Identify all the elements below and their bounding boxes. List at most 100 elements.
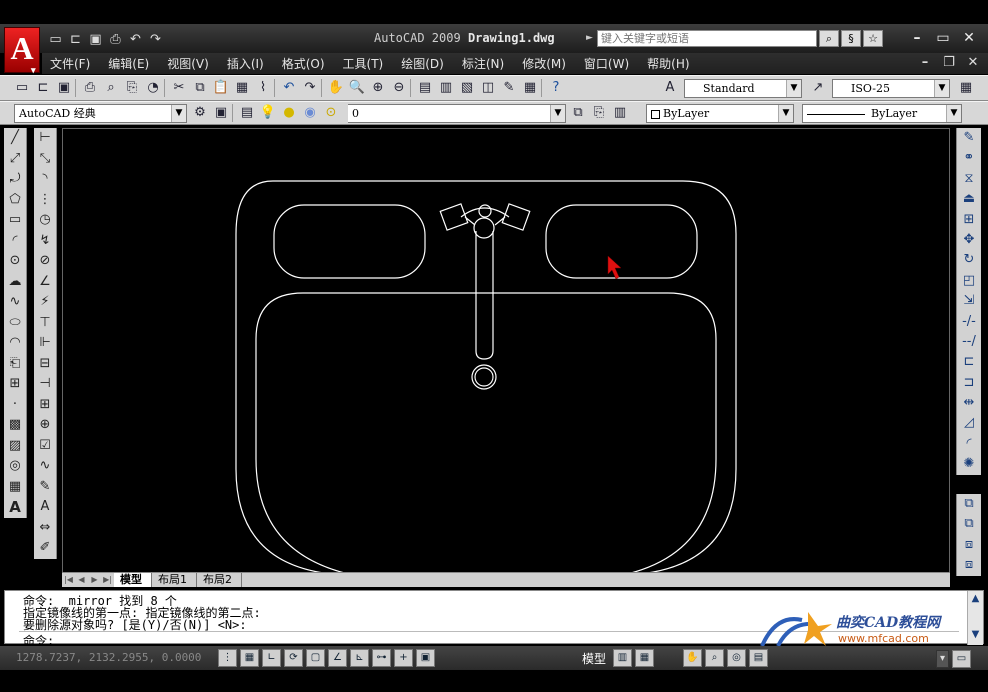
text-style-icon[interactable]: A <box>660 78 680 98</box>
plot-preview-icon[interactable]: ⌕ <box>101 78 121 98</box>
new-icon[interactable]: ▭ <box>46 31 65 49</box>
layer-select[interactable]: 0 ▼ <box>348 104 566 123</box>
extend-icon[interactable]: --/ <box>957 332 981 352</box>
doc-restore-icon[interactable]: ❐ <box>938 53 960 73</box>
mirror-icon[interactable]: ⧖ <box>957 169 981 189</box>
ordinate-dim-icon[interactable]: ⋮ <box>34 190 56 211</box>
help-icon[interactable]: ? <box>546 78 566 98</box>
lineweight-icon[interactable]: + <box>394 649 413 667</box>
search-icon[interactable]: ⌕ <box>819 30 839 47</box>
line-icon[interactable]: ╱ <box>4 128 26 149</box>
send-under-icon[interactable]: ⧈ <box>957 555 981 575</box>
spline-icon[interactable]: ∿ <box>4 292 26 313</box>
redo-icon[interactable]: ↷ <box>146 31 165 49</box>
subscription-icon[interactable]: § <box>841 30 861 47</box>
menu-edit[interactable]: 编辑(E) <box>100 55 159 72</box>
menu-window[interactable]: 窗口(W) <box>576 55 639 72</box>
otrack-icon[interactable]: ∠ <box>328 649 347 667</box>
menu-help[interactable]: 帮助(H) <box>639 55 699 72</box>
design-center-icon[interactable]: ▥ <box>436 78 456 98</box>
arc-icon[interactable]: ◜ <box>4 231 26 252</box>
menu-insert[interactable]: 插入(I) <box>219 55 274 72</box>
copy-icon[interactable]: ⧉ <box>190 78 210 98</box>
chevron-down-icon[interactable]: ▼ <box>934 80 949 97</box>
polar-icon[interactable]: ⟳ <box>284 649 303 667</box>
markup-icon[interactable]: ✎ <box>499 78 519 98</box>
dim-text-edit-icon[interactable]: A <box>34 497 56 518</box>
doc-minimize-icon[interactable]: – <box>914 53 936 73</box>
jogged-dim-icon[interactable]: ↯ <box>34 231 56 252</box>
dim-break-icon[interactable]: ⊣ <box>34 374 56 395</box>
make-block-icon[interactable]: ⊞ <box>4 374 26 395</box>
dim-style-icon[interactable]: ↗ <box>808 78 828 98</box>
undo-tool-icon[interactable]: ↶ <box>279 78 299 98</box>
join-icon[interactable]: ⇹ <box>957 393 981 413</box>
break-icon[interactable]: ⊐ <box>957 373 981 393</box>
polyline-icon[interactable]: ⤾ <box>4 169 26 190</box>
minimize-icon[interactable]: – <box>905 28 929 48</box>
redo-tool-icon[interactable]: ↷ <box>300 78 320 98</box>
erase-icon[interactable]: ✎ <box>957 128 981 148</box>
menu-modify[interactable]: 修改(M) <box>514 55 576 72</box>
pan-status-icon[interactable]: ✋ <box>683 649 703 667</box>
pan-icon[interactable]: ✋ <box>326 78 346 98</box>
dim-style-select[interactable]: ISO-25 ▼ <box>832 79 950 98</box>
plot-icon[interactable]: ⎙ <box>80 78 100 98</box>
print-icon[interactable]: ⎙ <box>106 31 125 49</box>
scale-icon[interactable]: ◰ <box>957 271 981 291</box>
properties-icon[interactable]: ▤ <box>415 78 435 98</box>
prev-tab-icon[interactable]: ◀ <box>75 574 88 586</box>
open-file-icon[interactable]: ⊏ <box>33 78 53 98</box>
chevron-down-icon[interactable]: ▼ <box>778 105 793 122</box>
coordinate-readout[interactable]: 1278.7237, 2132.2955, 0.0000 <box>16 651 201 664</box>
zoom-status-icon[interactable]: ⌕ <box>705 649 725 667</box>
block-icon[interactable]: ▦ <box>232 78 252 98</box>
layer-freeze-icon[interactable]: ● <box>279 103 299 123</box>
zoom-realtime-icon[interactable]: 🔍 <box>347 78 367 98</box>
publish-icon[interactable]: ⎘ <box>122 78 142 98</box>
fillet-icon[interactable]: ◜ <box>957 434 981 454</box>
bring-front-icon[interactable]: ⧉ <box>957 494 981 514</box>
favorites-icon[interactable]: ☆ <box>863 30 883 47</box>
zoom-window-icon[interactable]: ⊕ <box>368 78 388 98</box>
trim-icon[interactable]: -/- <box>957 312 981 332</box>
doc-close-icon[interactable]: ✕ <box>962 53 984 73</box>
stretch-icon[interactable]: ⇲ <box>957 291 981 311</box>
menu-dimension[interactable]: 标注(N) <box>454 55 514 72</box>
insert-block-icon[interactable]: ⎗ <box>4 354 26 375</box>
search-input[interactable] <box>597 30 817 47</box>
chevron-down-icon[interactable]: ▼ <box>550 105 565 122</box>
color-select[interactable]: ByLayer ▼ <box>646 104 794 123</box>
dim-space-icon[interactable]: ⊟ <box>34 354 56 375</box>
chevron-down-icon[interactable]: ▼ <box>786 80 801 97</box>
gradient-icon[interactable]: ▨ <box>4 436 26 457</box>
dim-update-icon[interactable]: ⇔ <box>34 518 56 539</box>
center-mark-icon[interactable]: ⊕ <box>34 415 56 436</box>
quickcalc-icon[interactable]: ▦ <box>520 78 540 98</box>
save-file-icon[interactable]: ▣ <box>54 78 74 98</box>
offset-icon[interactable]: ⏏ <box>957 189 981 209</box>
status-menu-icon[interactable]: ▾ <box>936 650 949 668</box>
baseline-dim-icon[interactable]: ⊤ <box>34 313 56 334</box>
layer-manager-icon[interactable]: ▤ <box>237 103 257 123</box>
osnap-icon[interactable]: ▢ <box>306 649 325 667</box>
tolerance-icon[interactable]: ⊞ <box>34 395 56 416</box>
make-current-icon[interactable]: ⧉ <box>568 103 588 123</box>
linear-dim-icon[interactable]: ⊢ <box>34 128 56 149</box>
linetype-select[interactable]: ByLayer ▼ <box>802 104 962 123</box>
scroll-up-icon[interactable]: ▲ <box>968 591 983 607</box>
snap-icon[interactable]: ⋮ <box>218 649 237 667</box>
explode-icon[interactable]: ✺ <box>957 454 981 474</box>
close-icon[interactable]: ✕ <box>957 28 981 48</box>
move-icon[interactable]: ✥ <box>957 230 981 250</box>
undo-icon[interactable]: ↶ <box>126 31 145 49</box>
dim-edit-icon[interactable]: ✎ <box>34 477 56 498</box>
menu-format[interactable]: 格式(O) <box>274 55 335 72</box>
next-tab-icon[interactable]: ▶ <box>88 574 101 586</box>
layer-previous-icon[interactable]: ⎘ <box>589 103 609 123</box>
qp-icon[interactable]: ▣ <box>416 649 435 667</box>
cut-icon[interactable]: ✂ <box>169 78 189 98</box>
revision-cloud-icon[interactable]: ☁ <box>4 272 26 293</box>
inspection-icon[interactable]: ☑ <box>34 436 56 457</box>
angular-dim-icon[interactable]: ∠ <box>34 272 56 293</box>
